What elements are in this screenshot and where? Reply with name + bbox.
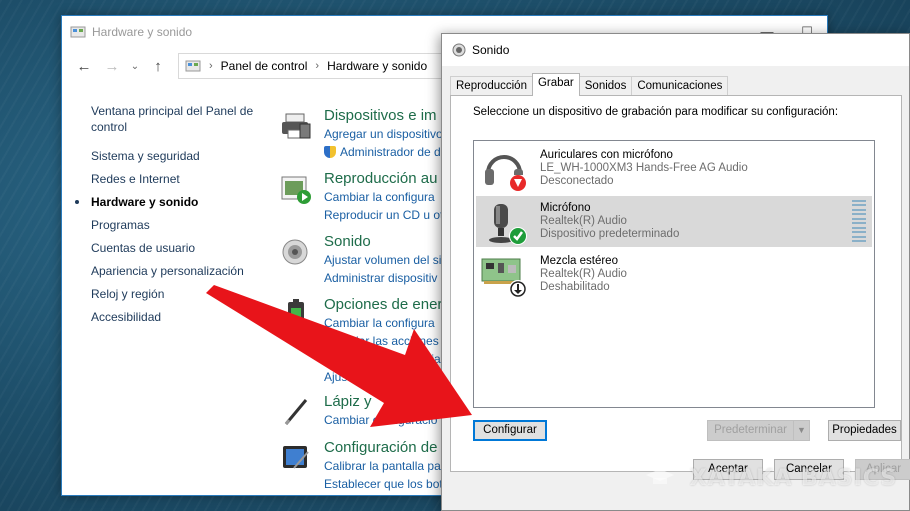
control-panel-icon [185, 60, 201, 72]
sound-titlebar: Sonido [442, 34, 909, 66]
chevron-down-icon[interactable]: ▼ [793, 421, 809, 440]
recording-tab-panel: Seleccione un dispositivo de grabación p… [450, 95, 902, 472]
properties-button[interactable]: Propiedades [828, 420, 901, 441]
category-title[interactable]: Sonido [324, 232, 450, 251]
breadcrumb-separator-icon: › [209, 60, 213, 72]
category-title[interactable]: Dispositivos e im [324, 106, 450, 125]
device-name: Mezcla estéreo [540, 255, 618, 267]
autoplay-icon [281, 176, 311, 204]
speaker-icon [282, 239, 308, 265]
sound-tabs: Reproducción Grabar Sonidos Comunicacion… [450, 73, 729, 96]
sidebar-item-system-security[interactable]: Sistema y seguridad [91, 148, 281, 164]
tab-playback[interactable]: Reproducción [450, 76, 533, 96]
device-headset[interactable]: Auriculares con micrófono LE_WH-1000XM3 … [476, 143, 872, 194]
device-status: Desconectado [540, 175, 614, 187]
tablet-icon [283, 446, 309, 469]
sidebar-item-home[interactable]: Ventana principal del Panel de control [91, 103, 281, 135]
cp-window-title: Hardware y sonido [92, 25, 193, 39]
device-driver: Realtek(R) Audio [540, 215, 627, 227]
category-link[interactable]: Cambiar la configura [324, 188, 450, 206]
sound-dialog: Sonido Reproducción Grabar Sonidos Comun… [441, 33, 910, 511]
tab-recording[interactable]: Grabar [531, 73, 580, 96]
sidebar-item-network[interactable]: Redes e Internet [91, 171, 281, 187]
device-text: Mezcla estéreo Realtek(R) Audio Deshabil… [540, 255, 627, 294]
device-microphone[interactable]: Micrófono Realtek(R) Audio Dispositivo p… [476, 196, 872, 247]
device-status: Dispositivo predeterminado [540, 228, 680, 240]
category-link[interactable]: Calibrar la pantalla para [324, 457, 451, 475]
device-name: Auriculares con micrófono [540, 149, 673, 161]
category-link[interactable]: Establecer que los botones del Tablet PC… [324, 475, 671, 493]
category-tablet: Configuración de Calibrar la pantalla pa… [280, 438, 671, 501]
recording-device-list: Auriculares con micrófono LE_WH-1000XM3 … [473, 140, 875, 408]
recent-pages-chevron-icon[interactable]: ⌄ [126, 61, 144, 72]
sidebar-item-programs[interactable]: Programas [91, 217, 281, 233]
category-link[interactable]: Reproducir un CD u ot [324, 206, 450, 224]
sidebar-item-hardware-sound[interactable]: Hardware y sonido [75, 194, 281, 210]
printer-icon [282, 113, 311, 139]
device-name: Micrófono [540, 202, 591, 214]
breadcrumb-separator-icon: › [315, 60, 320, 72]
category-link[interactable]: Administrador de d [324, 143, 450, 161]
instructions-text: Seleccione un dispositivo de grabación p… [473, 106, 839, 118]
level-meter [852, 200, 866, 242]
category-link[interactable]: Agregar un dispositivo [324, 125, 450, 143]
set-default-label: Predeterminar [714, 424, 787, 436]
category-title[interactable]: Reproducción au [324, 169, 450, 188]
device-stereo-mix[interactable]: Mezcla estéreo Realtek(R) Audio Deshabil… [476, 249, 872, 300]
watermark-text: XATAKA BASICS [689, 466, 898, 491]
microphone-icon [489, 204, 527, 245]
tab-communications[interactable]: Comunicaciones [631, 76, 729, 96]
watermark: XATAKA BASICS [645, 466, 897, 491]
device-status: Deshabilitado [540, 281, 610, 293]
device-driver: LE_WH-1000XM3 Hands-Free AG Audio [540, 162, 748, 174]
back-arrow-icon[interactable]: ← [70, 58, 98, 75]
tab-sounds[interactable]: Sonidos [578, 76, 633, 96]
speaker-icon [452, 43, 466, 57]
device-driver: Realtek(R) Audio [540, 268, 627, 280]
category-devices: Dispositivos e im Agregar un dispositivo… [280, 106, 450, 169]
sound-dialog-title: Sonido [472, 43, 510, 57]
breadcrumb-item[interactable]: Hardware y sonido [327, 59, 427, 73]
graduation-cap-icon [646, 469, 674, 484]
sidebar-item-appearance[interactable]: Apariencia y personalización [91, 263, 281, 279]
category-link[interactable]: Ajustar volumen del sis [324, 251, 450, 269]
breadcrumb-item[interactable]: Panel de control [221, 59, 308, 73]
device-text: Auriculares con micrófono LE_WH-1000XM3 … [540, 149, 748, 188]
up-arrow-icon[interactable]: ↑ [144, 58, 172, 75]
headset-icon [485, 155, 527, 192]
forward-arrow-icon[interactable]: → [98, 58, 126, 75]
device-text: Micrófono Realtek(R) Audio Dispositivo p… [540, 202, 679, 241]
set-default-button[interactable]: Predeterminar ▼ [707, 420, 810, 441]
control-panel-icon [70, 26, 86, 38]
red-annotation-arrow [206, 285, 472, 427]
category-autoplay: Reproducción au Cambiar la configura Rep… [280, 169, 450, 232]
red-arrow-shape [206, 285, 472, 427]
sidebar-item-user-accounts[interactable]: Cuentas de usuario [91, 240, 281, 256]
